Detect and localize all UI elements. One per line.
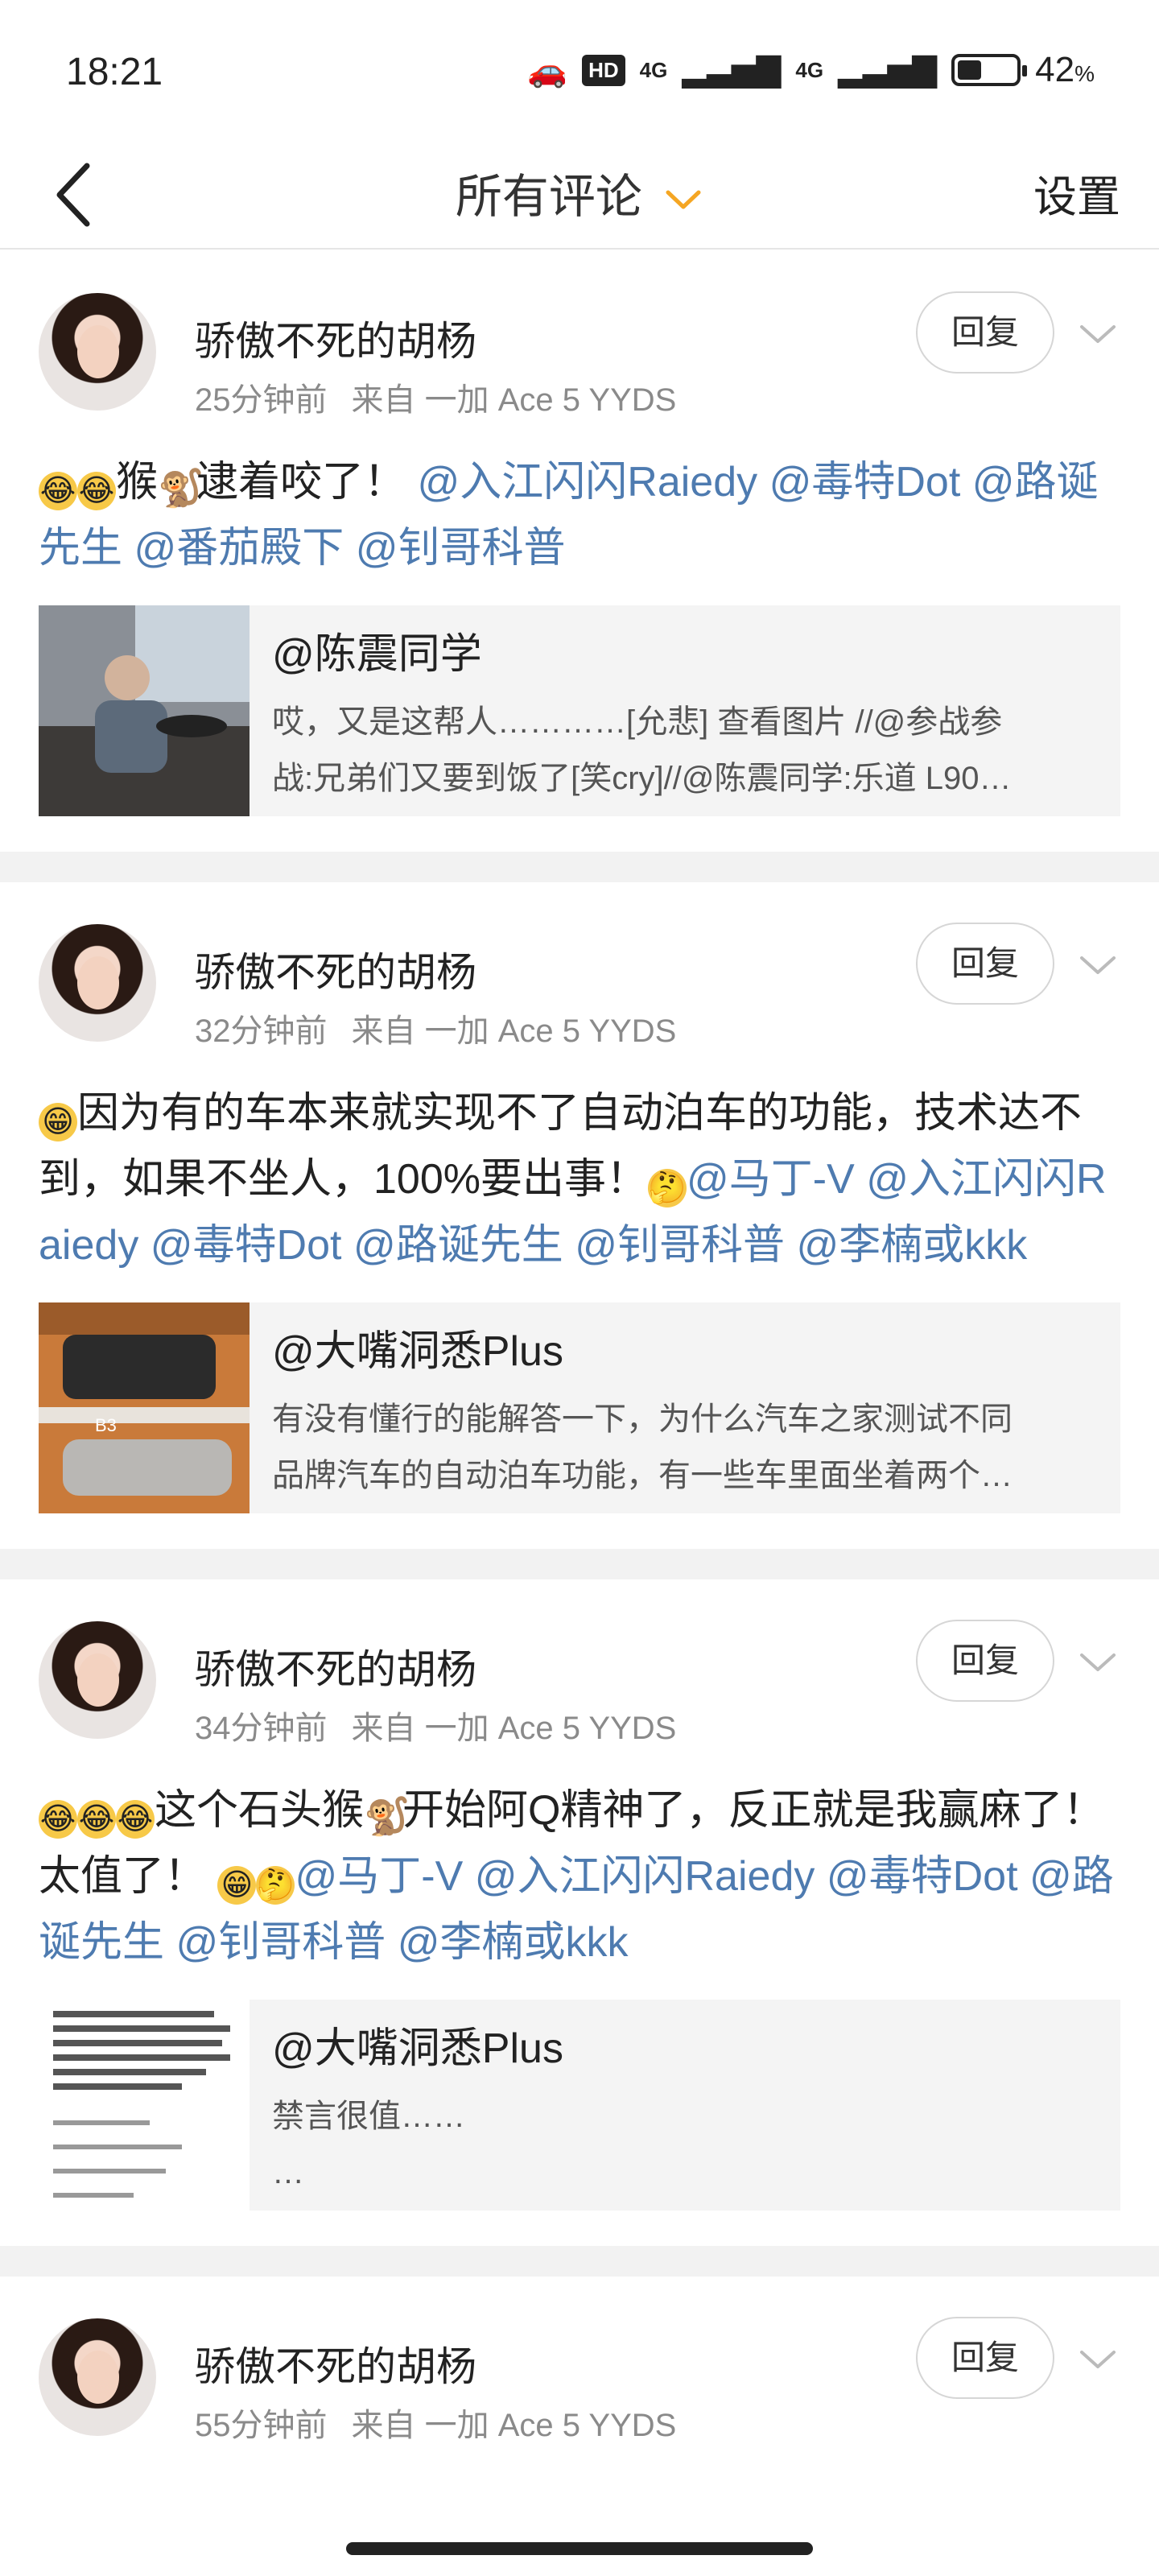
signal-icon: ▂▃▅▇ xyxy=(682,52,782,88)
svg-text:B3: B3 xyxy=(95,1415,117,1435)
comment-time: 32分钟前 xyxy=(195,1013,328,1049)
repost-text: 有没有懂行的能解答一下，为什么汽车之家测试不同 品牌汽车的自动泊车功能，有一些车… xyxy=(272,1402,1013,1493)
signal-4g-2: 4G xyxy=(795,57,824,82)
chevron-down-icon[interactable] xyxy=(1074,1637,1122,1686)
repost-thumbnail: B3 xyxy=(39,1302,250,1513)
signal-icon: ▂▃▅▇ xyxy=(838,52,938,88)
chevron-down-icon[interactable] xyxy=(1074,2334,1122,2383)
comment-meta: 32分钟前 来自 一加 Ace 5 YYDS xyxy=(195,1005,676,1051)
comment-item: 骄傲不死的胡杨 34分钟前 来自 一加 Ace 5 YYDS 回复 😂😂😂这个石头… xyxy=(0,1579,1159,2246)
laugh-cry-emoji-icon: 😂 xyxy=(116,1800,155,1839)
mention-link[interactable]: @钊哥科普 xyxy=(175,1919,386,1966)
repost-card[interactable]: @陈震同学 哎，又是这帮人…………[允悲] 查看图片 //@参战参 战:兄弟们又… xyxy=(39,605,1120,816)
mention-link[interactable]: @钊哥科普 xyxy=(356,525,566,572)
user-name[interactable]: 骄傲不死的胡杨 xyxy=(195,1637,476,1695)
nav-bar: 所有评论 设置 xyxy=(0,145,1159,250)
laugh-cry-emoji-icon: 😂 xyxy=(77,1800,116,1839)
repost-user[interactable]: @大嘴洞悉Plus xyxy=(272,2014,563,2074)
battery-percent: 42% xyxy=(1035,50,1095,89)
nav-title-dropdown[interactable]: 所有评论 xyxy=(0,145,1159,250)
repost-user[interactable]: @陈震同学 xyxy=(272,620,482,680)
comment-item: 骄傲不死的胡杨 55分钟前 来自 一加 Ace 5 YYDS 回复 xyxy=(0,2277,1159,2518)
chevron-down-icon xyxy=(666,190,701,209)
monkey-icon: 🐒 xyxy=(364,1795,410,1837)
mention-link[interactable]: @钊哥科普 xyxy=(575,1222,785,1269)
avatar[interactable] xyxy=(39,1621,156,1739)
reply-button[interactable]: 回复 xyxy=(916,2317,1054,2399)
mention-link[interactable]: @入江闪闪Raiedy xyxy=(417,459,757,506)
divider xyxy=(0,852,1159,882)
repost-text: 禁言很值…… … xyxy=(272,2099,465,2190)
battery-icon xyxy=(951,54,1028,86)
thinking-emoji-icon: 🤔 xyxy=(256,1866,295,1905)
mention-link[interactable]: @马丁-V xyxy=(687,1156,855,1203)
mention-link[interactable]: @李楠或kkk xyxy=(398,1919,629,1966)
status-icons: 🚗 HD 4G ▂▃▅▇ 4G ▂▃▅▇ 42% xyxy=(527,50,1095,90)
status-time: 18:21 xyxy=(66,51,163,93)
mention-link[interactable]: @毒特Dot xyxy=(151,1222,342,1269)
repost-text: 哎，又是这帮人…………[允悲] 查看图片 //@参战参 战:兄弟们又要到饭了[笑… xyxy=(272,704,1012,796)
laugh-cry-emoji-icon: 😂 xyxy=(39,1800,77,1839)
mention-link[interactable]: @李楠或kkk xyxy=(796,1222,1027,1269)
mention-link[interactable]: @番茄殿下 xyxy=(134,525,344,572)
mention-link[interactable]: @毒特Dot xyxy=(827,1853,1018,1900)
mention-link[interactable]: @路诞先生 xyxy=(353,1222,563,1269)
comment-meta: 25分钟前 来自 一加 Ace 5 YYDS xyxy=(195,374,676,420)
thinking-emoji-icon: 🤔 xyxy=(648,1169,687,1208)
comment-feed: 骄傲不死的胡杨 25分钟前 来自 一加 Ace 5 YYDS 回复 😂😂猴🐒逮着咬… xyxy=(0,251,1159,2518)
divider xyxy=(0,2246,1159,2277)
mention-link[interactable]: @毒特Dot xyxy=(769,459,961,506)
car-icon: 🚗 xyxy=(527,52,568,89)
battery-fill xyxy=(958,60,982,80)
user-name[interactable]: 骄傲不死的胡杨 xyxy=(195,940,476,998)
comment-meta: 55分钟前 来自 一加 Ace 5 YYDS xyxy=(195,2399,676,2446)
monkey-icon: 🐒 xyxy=(158,467,204,509)
comment-source: 来自 一加 Ace 5 YYDS xyxy=(351,2408,677,2443)
comment-source: 来自 一加 Ace 5 YYDS xyxy=(351,1711,677,1746)
comment-item: 骄傲不死的胡杨 32分钟前 来自 一加 Ace 5 YYDS 回复 😁因为有的车本… xyxy=(0,882,1159,1549)
comment-source: 来自 一加 Ace 5 YYDS xyxy=(351,382,677,418)
chevron-down-icon[interactable] xyxy=(1074,940,1122,989)
comment-meta: 34分钟前 来自 一加 Ace 5 YYDS xyxy=(195,1702,676,1748)
grin-emoji-icon: 😁 xyxy=(217,1866,257,1905)
comment-content: 😂😂猴🐒逮着咬了！ @入江闪闪Raiedy @毒特Dot @路诞先生 @番茄殿下… xyxy=(39,459,1099,572)
mention-link[interactable]: @入江闪闪Raiedy xyxy=(475,1853,815,1900)
reply-button[interactable]: 回复 xyxy=(916,291,1054,374)
home-indicator[interactable] xyxy=(346,2542,813,2555)
comment-time: 25分钟前 xyxy=(195,382,328,418)
comment-item: 骄傲不死的胡杨 25分钟前 来自 一加 Ace 5 YYDS 回复 😂😂猴🐒逮着咬… xyxy=(0,251,1159,852)
repost-card[interactable]: B3 @大嘴洞悉Plus 有没有懂行的能解答一下，为什么汽车之家测试不同 品牌汽… xyxy=(39,1302,1120,1513)
comment-time: 34分钟前 xyxy=(195,1711,328,1746)
avatar[interactable] xyxy=(39,924,156,1042)
comment-content: 😁因为有的车本来就实现不了自动泊车的功能，技术达不到，如果不坐人，100%要出事… xyxy=(39,1090,1107,1269)
avatar[interactable] xyxy=(39,2318,156,2436)
reply-button[interactable]: 回复 xyxy=(916,923,1054,1005)
laugh-cry-emoji-icon: 😂 xyxy=(39,472,77,510)
page-title: 所有评论 xyxy=(455,171,642,223)
divider xyxy=(0,1549,1159,1579)
repost-thumbnail xyxy=(39,605,250,816)
chevron-down-icon[interactable] xyxy=(1074,309,1122,357)
hd-badge: HD xyxy=(582,54,625,86)
repost-thumbnail xyxy=(39,2000,250,2211)
mention-link[interactable]: @马丁-V xyxy=(295,1853,463,1900)
comment-time: 55分钟前 xyxy=(195,2408,328,2443)
repost-card[interactable]: @大嘴洞悉Plus 禁言很值…… … xyxy=(39,2000,1120,2211)
signal-4g-1: 4G xyxy=(639,57,668,82)
grin-emoji-icon: 😁 xyxy=(39,1103,77,1141)
comment-source: 来自 一加 Ace 5 YYDS xyxy=(351,1013,677,1049)
reply-button[interactable]: 回复 xyxy=(916,1620,1054,1702)
status-bar: 18:21 🚗 HD 4G ▂▃▅▇ 4G ▂▃▅▇ 42% xyxy=(0,0,1159,145)
comment-content: 😂😂😂这个石头猴🐒开始阿Q精神了，反正就是我赢麻了！太值了！ 😁 🤔@马丁-V @… xyxy=(39,1787,1114,1966)
avatar[interactable] xyxy=(39,293,156,411)
user-name[interactable]: 骄傲不死的胡杨 xyxy=(195,309,476,367)
settings-button[interactable]: 设置 xyxy=(1033,145,1120,250)
repost-user[interactable]: @大嘴洞悉Plus xyxy=(272,1317,563,1377)
laugh-cry-emoji-icon: 😂 xyxy=(77,472,116,510)
user-name[interactable]: 骄傲不死的胡杨 xyxy=(195,2334,476,2392)
